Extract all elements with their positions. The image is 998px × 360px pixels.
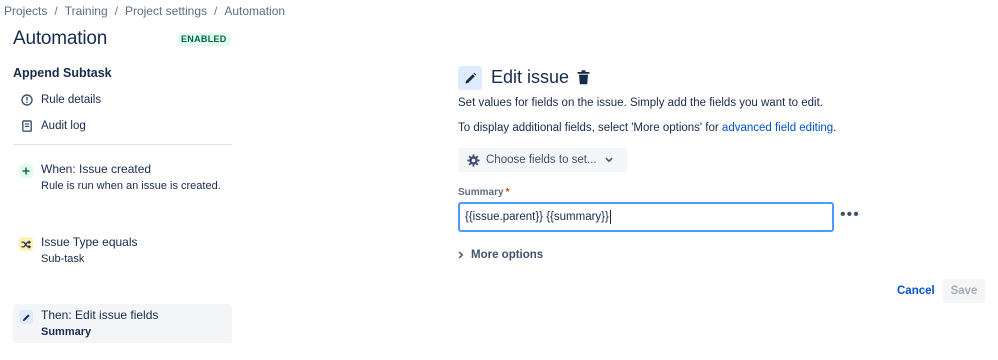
rule-step-trigger[interactable]: When: Issue created Rule is run when an … [13, 162, 232, 198]
more-options-toggle[interactable]: More options [458, 249, 543, 261]
breadcrumb-training[interactable]: Training [65, 4, 108, 18]
trash-icon[interactable] [577, 70, 591, 86]
advanced-editing-hint: To display additional fields, select 'Mo… [458, 122, 837, 134]
save-button[interactable]: Save [943, 279, 985, 303]
rule-details-label: Rule details [41, 94, 102, 106]
advanced-field-editing-link[interactable]: advanced field editing [722, 122, 833, 134]
gear-icon [467, 153, 480, 167]
breadcrumb-automation[interactable]: Automation [224, 4, 285, 18]
divider [13, 144, 232, 145]
rule-name: Append Subtask [13, 66, 112, 80]
status-badge: ENABLED [178, 33, 230, 46]
step-title: When: Issue created [41, 162, 152, 176]
rule-details-link[interactable]: Rule details [20, 90, 101, 110]
audit-log-link[interactable]: Audit log [20, 116, 86, 136]
info-icon [20, 93, 34, 107]
text-caret [609, 210, 611, 224]
audit-log-label: Audit log [41, 120, 86, 132]
step-subtitle: Rule is run when an issue is created. [41, 180, 221, 192]
panel-title: Edit issue [491, 67, 570, 87]
step-title: Issue Type equals [41, 235, 138, 249]
more-actions-icon[interactable]: ••• [840, 206, 860, 224]
summary-input[interactable]: {{issue.parent}} {{summary}} [458, 202, 834, 232]
rule-step-action[interactable]: Then: Edit issue fields Summary [13, 304, 232, 343]
edit-pencil-icon [458, 66, 482, 90]
page-title: Automation [13, 28, 108, 49]
chevron-right-icon [458, 251, 464, 259]
rule-step-condition[interactable]: Issue Type equals Sub-task [13, 235, 232, 271]
choose-fields-label: Choose fields to set... [486, 154, 597, 166]
plus-icon [19, 164, 33, 178]
pencil-icon [19, 310, 33, 324]
breadcrumb: Projects / Training / Project settings / Autom… [4, 4, 286, 18]
breadcrumb-projects[interactable]: Projects [4, 4, 47, 18]
step-subtitle: Summary [41, 326, 92, 338]
shuffle-icon [19, 237, 33, 251]
more-options-label: More options [471, 249, 544, 261]
clipboard-icon [20, 119, 34, 133]
summary-field-label: Summary * [458, 187, 510, 198]
cancel-button[interactable]: Cancel [887, 280, 945, 302]
breadcrumb-project-settings[interactable]: Project settings [125, 4, 207, 18]
required-marker: * [505, 187, 510, 198]
step-title: Then: Edit issue fields [41, 308, 159, 322]
chevron-down-icon [605, 157, 613, 163]
panel-description: Set values for fields on the issue. Simp… [458, 97, 824, 109]
step-subtitle: Sub-task [41, 253, 85, 265]
choose-fields-button[interactable]: Choose fields to set... [458, 148, 627, 172]
